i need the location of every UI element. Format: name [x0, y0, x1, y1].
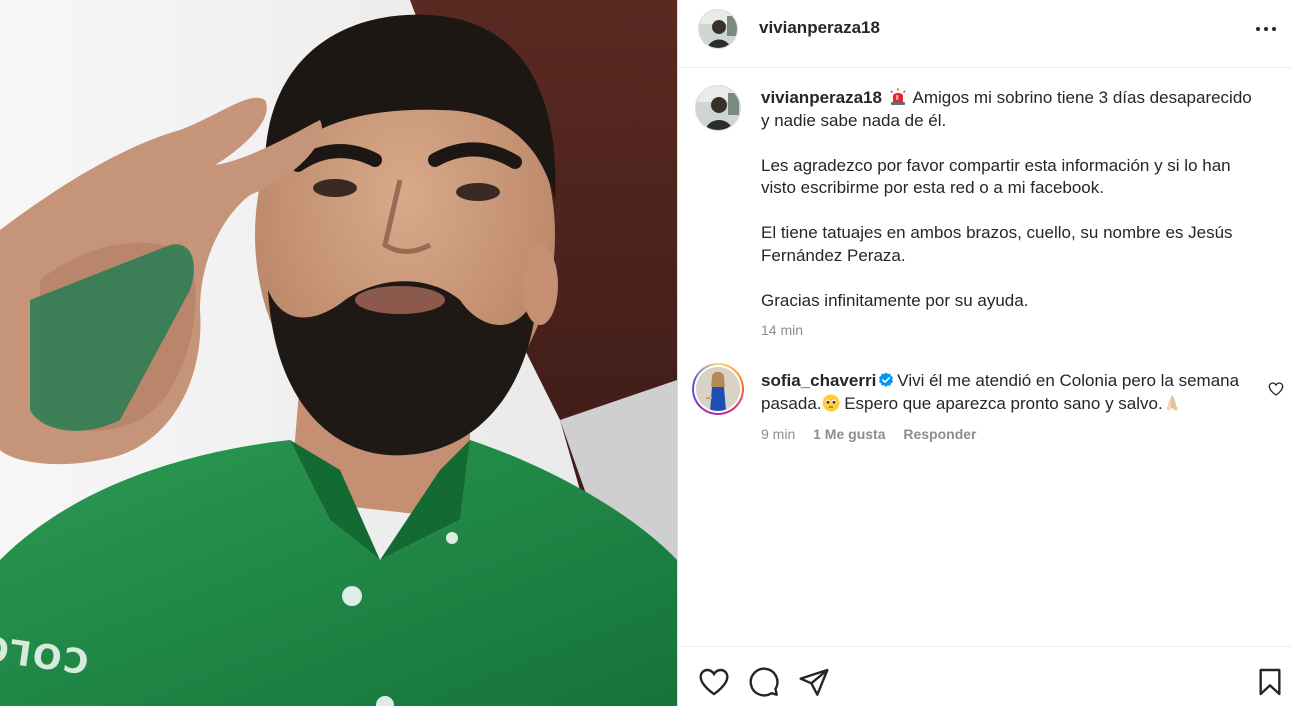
author-username[interactable]: vivianperaza18: [759, 18, 880, 38]
more-icon-dot: [1264, 27, 1268, 31]
share-icon[interactable]: [798, 666, 830, 698]
author-avatar[interactable]: [698, 9, 738, 49]
caption-username[interactable]: vivianperaza18: [761, 88, 882, 107]
verified-icon: [879, 372, 894, 387]
more-options-button[interactable]: [1252, 15, 1280, 43]
action-bar: [678, 646, 1293, 706]
commenter-username[interactable]: sofia_chaverri: [761, 371, 876, 390]
comment-timestamp[interactable]: 9 min: [761, 426, 795, 442]
caption-line-2: Les agradezco por favor compartir esta i…: [761, 155, 1231, 198]
caption-line-4: Gracias infinitamente por su ayuda.: [761, 290, 1029, 310]
more-icon: [1256, 27, 1260, 31]
caption-author-avatar[interactable]: [695, 85, 741, 131]
bookmark-icon[interactable]: [1254, 666, 1286, 698]
comment-meta: 9 min 1 Me gusta Responder: [761, 426, 991, 442]
comment-heart-icon[interactable]: [1268, 381, 1284, 397]
post-header: vivianperaza18: [678, 0, 1293, 68]
post-panel: vivianperaza18 vivianperaza18 Amigos mi …: [677, 0, 1293, 706]
post-photo-image: COLONIA: [0, 0, 677, 706]
commenter-avatar[interactable]: [692, 363, 744, 415]
heart-icon[interactable]: [698, 666, 730, 698]
caption-timestamp[interactable]: 14 min: [761, 322, 803, 338]
more-icon-dot: [1272, 27, 1276, 31]
comment-likes-count[interactable]: 1 Me gusta: [813, 426, 885, 442]
comment-body-2: Espero que aparezca pronto sano y salvo.: [839, 394, 1163, 413]
reply-button[interactable]: Responder: [903, 426, 976, 442]
siren-icon: [890, 88, 906, 105]
praying-hands-emoji-icon: [1165, 395, 1178, 411]
caption-line-3: El tiene tatuajes en ambos brazos, cuell…: [761, 223, 1233, 265]
pleading-face-emoji-icon: [822, 394, 839, 412]
commenter-avatar-image: [696, 367, 740, 411]
post-caption: vivianperaza18 Amigos mi sobrino tiene 3…: [761, 87, 1261, 312]
comment-text: sofia_chaverri Vivi él me atendió en Col…: [761, 369, 1251, 415]
comment-icon[interactable]: [748, 666, 780, 698]
post-photo[interactable]: COLONIA: [0, 0, 677, 706]
